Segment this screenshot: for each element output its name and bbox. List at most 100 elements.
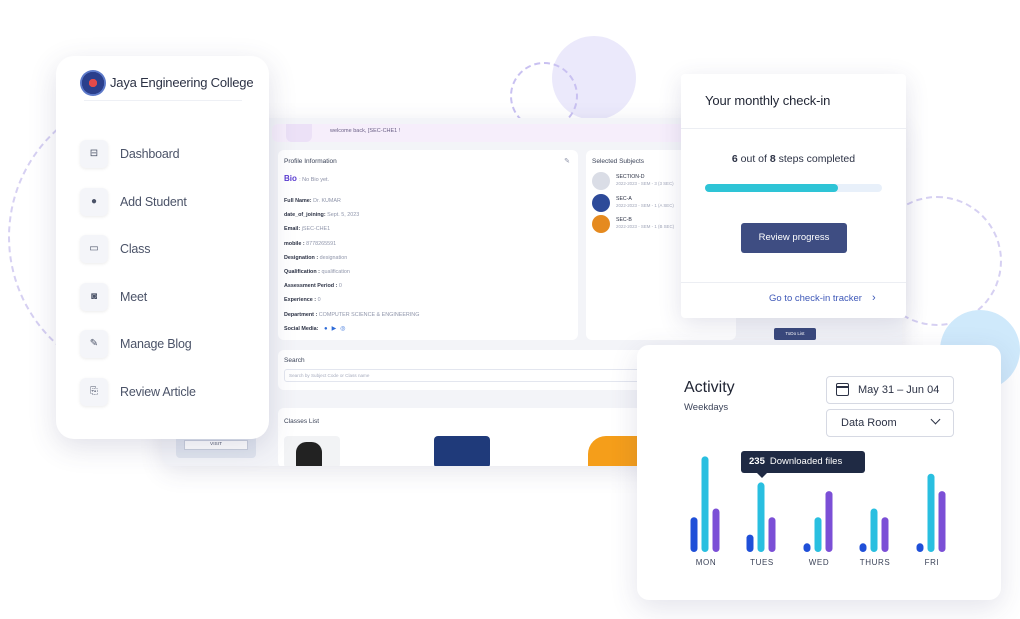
profile-row-label: Experience : [284,297,317,304]
sidebar-item-meet[interactable]: ◙ Meet [80,282,260,313]
x-tick-label: TUES [750,558,774,567]
profile-row: Qualification : qualification [284,269,350,275]
sidebar-item-label: Manage Blog [120,337,192,351]
sidebar-item-label: Meet [120,289,147,304]
profile-row: Experience : 0 [284,297,321,303]
tooltip-label: Downloaded files [769,456,843,467]
chart-bar[interactable] [825,491,833,552]
sidebar-item-manage-blog[interactable]: ✎ Manage Blog [80,330,260,360]
chart-bar[interactable] [701,456,709,552]
bio-label: Bio [284,174,297,183]
edit-profile-icon[interactable]: ✎ [564,157,570,165]
profile-row: date_of_joining: Sept. 5, 2023 [284,212,359,218]
profile-card: Profile Information ✎ Bio : No Bio yet. … [278,150,578,340]
welcome-text: welcome back, [SEC-CHE1 ! [330,128,401,134]
sidebar-item-dashboard[interactable]: ⊟ Dashboard [80,140,260,170]
profile-row-label: Assessment Period : [284,283,338,290]
x-tick-label: MON [696,558,716,567]
class-thumbnail[interactable] [284,436,340,466]
chart-bar[interactable] [768,517,776,552]
x-tick-label: FRI [925,558,940,567]
chart-bar[interactable] [746,534,754,552]
profile-row-value: jSEC-CHE1 [301,226,331,233]
stage: welcome back, [SEC-CHE1 ! Profile Inform… [0,0,1020,619]
class-thumbnail[interactable] [434,436,490,466]
checkin-title: Your monthly check-in [705,93,831,108]
visit-button[interactable]: VISIT [184,440,248,450]
profile-row-value: Sept. 5, 2023 [327,212,360,219]
chart-bar[interactable] [803,543,811,552]
chart-bar[interactable] [870,508,878,552]
chart-tooltip: 235 Downloaded files [741,451,865,478]
todo-button[interactable]: ToDo List [774,328,816,340]
social-icons[interactable]: ●▶◎ [324,325,349,332]
profile-row: mobile : 8778265591 [284,241,336,247]
banner-tab [286,124,312,142]
profile-row: Email: jSEC-CHE1 [284,226,330,232]
steps-total: 8 [769,153,776,165]
steps-out-of: out of [740,153,767,165]
subject-thumbnail [592,215,610,233]
sidebar-item-class[interactable]: ▭ Class [80,235,260,265]
class-icon: ▭ [80,235,108,263]
tooltip-value: 235 [749,456,765,467]
chart-bar[interactable] [927,473,935,552]
chart-bar[interactable] [938,491,946,552]
sidebar: Jaya Engineering College ⊟ Dashboard ● Add … [56,56,269,439]
progress-fill [705,184,838,192]
blog-icon: ✎ [80,330,108,358]
profile-row: Social Media: [284,326,318,332]
chart-bar[interactable] [881,517,889,552]
profile-row-label: Social Media: [284,325,319,332]
profile-row: Full Name: Dr. KUMAR [284,198,341,204]
brand-name: Jaya Engineering College [110,75,254,90]
chart-bar[interactable] [712,508,720,552]
checkin-tracker-link[interactable]: Go to check-in tracker [769,293,862,304]
review-progress-button[interactable]: Review progress [741,223,847,253]
chevron-right-icon[interactable]: › [872,292,876,304]
subject-thumbnail [592,193,610,212]
video-icon: ◙ [80,282,108,311]
x-tick-label: THURS [860,558,891,567]
activity-card: Activity Weekdays May 31 – Jun 04 Data R… [637,345,1001,600]
chart-bar[interactable] [916,543,924,552]
checkin-card: Your monthly check-in 6 out of 8 steps c… [681,74,906,318]
dashboard-icon: ⊟ [80,140,108,168]
sidebar-item-label: Add Student [120,194,187,209]
profile-row-value: 0 [317,297,321,304]
profile-row-label: date_of_joining: [284,212,326,219]
steps-text: 6 out of 8 steps completed [681,153,906,165]
subject-meta: 2022-2023 - SEM - 3 (3 SEC) [616,181,674,186]
college-logo [80,70,106,96]
class-thumbnail[interactable] [588,436,644,466]
subject-name: SEC-B [616,217,632,223]
sidebar-item-label: Dashboard [120,147,180,161]
search-title: Search [284,357,305,364]
profile-row-label: Full Name: [284,198,312,204]
bio-value: : No Bio yet. [299,177,330,183]
steps-done: 6 [731,153,738,165]
profile-row-label: Qualification : [284,269,320,275]
profile-row-label: Department : [284,311,318,318]
dog-image [296,442,322,466]
chart-bar[interactable] [757,482,765,552]
subjects-title: Selected Subjects [592,158,645,165]
steps-suffix: steps completed [778,153,856,165]
profile-row: Assessment Period : 0 [284,283,342,289]
profile-row-label: mobile : [284,240,305,247]
chart-bar[interactable] [690,517,698,552]
sidebar-item-label: Class [120,242,151,256]
progress-bar [705,184,882,192]
profile-row-value: 8778265591 [306,240,337,247]
sidebar-item-review-article[interactable]: ⎘ Review Article [80,377,260,408]
x-tick-label: WED [809,558,829,567]
user-icon: ● [80,187,108,216]
profile-row-value: COMPUTER SCIENCE & ENGINEERING [318,311,420,318]
chart-bar[interactable] [814,517,822,552]
article-icon: ⎘ [80,377,108,406]
divider [681,128,906,129]
classes-title: Classes List [284,418,320,425]
sidebar-item-add-student[interactable]: ● Add Student [80,187,260,218]
chart-bar[interactable] [859,543,867,552]
profile-row: Department : COMPUTER SCIENCE & ENGINEER… [284,312,419,318]
